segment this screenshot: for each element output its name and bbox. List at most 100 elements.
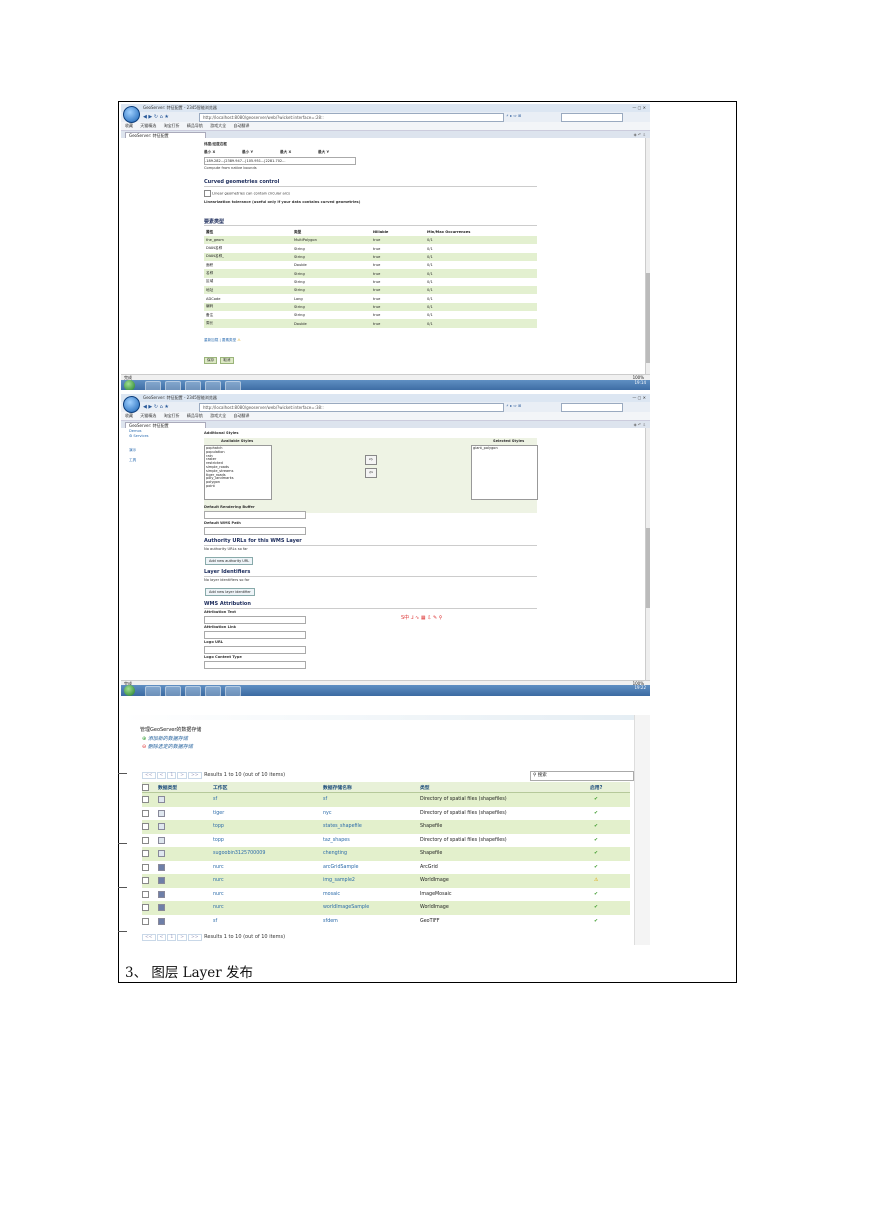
- pager-first-button[interactable]: <<: [142, 772, 156, 779]
- bookmark-item[interactable]: 淘宝打折: [164, 413, 180, 418]
- logo-content-type-input[interactable]: [204, 661, 306, 669]
- select-cell[interactable]: [142, 861, 158, 875]
- pager-next-button[interactable]: >: [177, 934, 187, 941]
- row-checkbox[interactable]: [142, 823, 149, 831]
- store-name-link[interactable]: worldImageSample: [323, 901, 420, 915]
- row-checkbox[interactable]: [142, 917, 149, 925]
- taskbar-app-icon[interactable]: [185, 686, 201, 696]
- table-row[interactable]: sugoobin3125700009 chengting Shapefile ✔: [142, 847, 630, 861]
- select-cell[interactable]: [142, 820, 158, 834]
- workspace-link[interactable]: nurc: [213, 901, 323, 915]
- select-cell[interactable]: [142, 874, 158, 888]
- nav-buttons[interactable]: ◀ ▶ ↻ ⌂ ★: [143, 114, 169, 120]
- add-authority-url-button[interactable]: Add new authority URL: [205, 557, 254, 565]
- workspace-link[interactable]: nurc: [213, 861, 323, 875]
- select-cell[interactable]: [142, 915, 158, 929]
- bookmark-item[interactable]: 天猫精选: [140, 413, 156, 418]
- default-rendering-buffer-input[interactable]: [204, 511, 306, 519]
- row-checkbox[interactable]: [142, 863, 149, 871]
- workspace-link[interactable]: nurc: [213, 874, 323, 888]
- row-checkbox[interactable]: [142, 836, 149, 844]
- select-cell[interactable]: [142, 792, 158, 807]
- pager-page-button[interactable]: 1: [167, 772, 177, 779]
- sidebar-item-demos[interactable]: Demos: [129, 429, 142, 433]
- curved-checkbox-row[interactable]: Linear geometries can contain circular a…: [204, 190, 290, 197]
- workspace-link[interactable]: sugoobin3125700009: [213, 847, 323, 861]
- pager-first-button[interactable]: <<: [142, 934, 156, 941]
- row-checkbox[interactable]: [142, 796, 149, 804]
- taskbar-terminal-icon[interactable]: [205, 381, 221, 390]
- store-name-link[interactable]: img_sample2: [323, 874, 420, 888]
- workspace-link[interactable]: sf: [213, 915, 323, 929]
- nav-right-icons[interactable]: ⚡ ▸ ⇨ ⊞: [506, 403, 521, 408]
- store-name-link[interactable]: mosaic: [323, 888, 420, 902]
- store-name-link[interactable]: sfdem: [323, 915, 420, 929]
- list-item[interactable]: point: [206, 484, 270, 489]
- select-all-checkbox[interactable]: [142, 783, 149, 791]
- tab-bar-tools[interactable]: ◈ ↶ ⇩: [634, 132, 646, 137]
- row-checkbox[interactable]: [142, 904, 149, 912]
- workspace-link[interactable]: tiger: [213, 807, 323, 821]
- compute-native-bounds-link[interactable]: Compute from native bounds: [204, 166, 257, 170]
- address-bar[interactable]: http://localhost:8080/geoserver/web/?wic…: [199, 113, 504, 122]
- table-row[interactable]: nurc worldImageSample WorldImage ✔: [142, 901, 630, 915]
- store-name-link[interactable]: sf: [323, 792, 420, 807]
- add-layer-identifier-button[interactable]: Add new layer identifier: [205, 588, 255, 596]
- store-name-link[interactable]: chengting: [323, 847, 420, 861]
- store-name-link[interactable]: taz_shapes: [323, 834, 420, 848]
- sidebar-item-tools[interactable]: 工具: [129, 458, 136, 463]
- attribution-link-input[interactable]: [204, 631, 306, 639]
- nav-buttons[interactable]: ◀ ▶ ↻ ⌂ ★: [143, 404, 169, 410]
- pager-prev-button[interactable]: <: [156, 772, 167, 779]
- reload-feature-type-link[interactable]: 重新加载 | 要素类型 ⚠: [204, 338, 241, 343]
- row-checkbox[interactable]: [142, 890, 149, 898]
- nav-right-icons[interactable]: ⚡ ▸ ⇨ ⊞: [506, 113, 521, 118]
- table-row[interactable]: sf sf Directory of spatial files (shapefil…: [142, 792, 630, 807]
- taskbar-app-icon[interactable]: [145, 381, 161, 390]
- taskbar-folder-icon[interactable]: [165, 686, 181, 696]
- bbox-values[interactable]: -189.282...|2389.947...|105.951...|2281.…: [204, 157, 356, 165]
- bookmark-item[interactable]: 精品导航: [187, 413, 203, 418]
- search-input[interactable]: ⚲ 搜索: [530, 771, 634, 781]
- bookmark-item[interactable]: 自动翻译: [233, 123, 249, 128]
- workspace-link[interactable]: nurc: [213, 888, 323, 902]
- column-header-workspace[interactable]: 工作区: [213, 782, 323, 793]
- scrollbar-thumb[interactable]: [646, 273, 650, 363]
- table-row[interactable]: sf sfdem GeoTIFF ✔: [142, 915, 630, 929]
- list-item[interactable]: giant_polygon: [473, 446, 536, 451]
- pager-last-button[interactable]: >>: [187, 934, 202, 941]
- table-row[interactable]: topp states_shapefile Shapefile ✔: [142, 820, 630, 834]
- pager-page-button[interactable]: 1: [167, 934, 177, 941]
- taskbar-browser-icon[interactable]: [225, 686, 241, 696]
- store-name-link[interactable]: arcGridSample: [323, 861, 420, 875]
- browser-search-input[interactable]: [561, 113, 623, 122]
- table-row[interactable]: nurc mosaic ImageMosaic ✔: [142, 888, 630, 902]
- pager-last-button[interactable]: >>: [187, 772, 202, 779]
- select-cell[interactable]: [142, 847, 158, 861]
- column-header-kind[interactable]: 类型: [420, 782, 590, 793]
- sidebar-item-demo[interactable]: 演示: [129, 448, 136, 453]
- start-button-icon[interactable]: [124, 380, 135, 390]
- table-row[interactable]: tiger nyc Directory of spatial files (shap…: [142, 807, 630, 821]
- window-controls[interactable]: — ▢ ✕: [632, 104, 646, 112]
- bookmark-item[interactable]: 天猫精选: [140, 123, 156, 128]
- bookmark-item[interactable]: 收藏: [125, 123, 133, 128]
- bookmark-item[interactable]: 收藏: [125, 413, 133, 418]
- row-checkbox[interactable]: [142, 877, 149, 885]
- bookmark-item[interactable]: 淘宝打折: [164, 123, 180, 128]
- default-wms-path-input[interactable]: [204, 527, 306, 535]
- attribution-text-input[interactable]: [204, 616, 306, 624]
- row-checkbox[interactable]: [142, 809, 149, 817]
- address-bar[interactable]: http://localhost:8080/geoserver/web/?wic…: [199, 403, 504, 412]
- bookmark-item[interactable]: 精品导航: [187, 123, 203, 128]
- tab-bar-tools[interactable]: ◈ ↶ ⇩: [634, 422, 646, 427]
- start-button-icon[interactable]: [124, 685, 135, 696]
- workspace-link[interactable]: topp: [213, 834, 323, 848]
- table-row[interactable]: nurc img_sample2 WorldImage ⚠: [142, 874, 630, 888]
- column-header-store-name[interactable]: 数据存储名称: [323, 782, 420, 793]
- available-styles-list[interactable]: pophatch population rain raster restricted si…: [204, 445, 272, 500]
- add-new-store-link[interactable]: ⊕ 添加新的数据存储: [142, 735, 188, 742]
- table-row[interactable]: topp taz_shapes Directory of spatial files…: [142, 834, 630, 848]
- taskbar-browser-icon[interactable]: [225, 381, 241, 390]
- taskbar-folder-icon[interactable]: [165, 381, 181, 390]
